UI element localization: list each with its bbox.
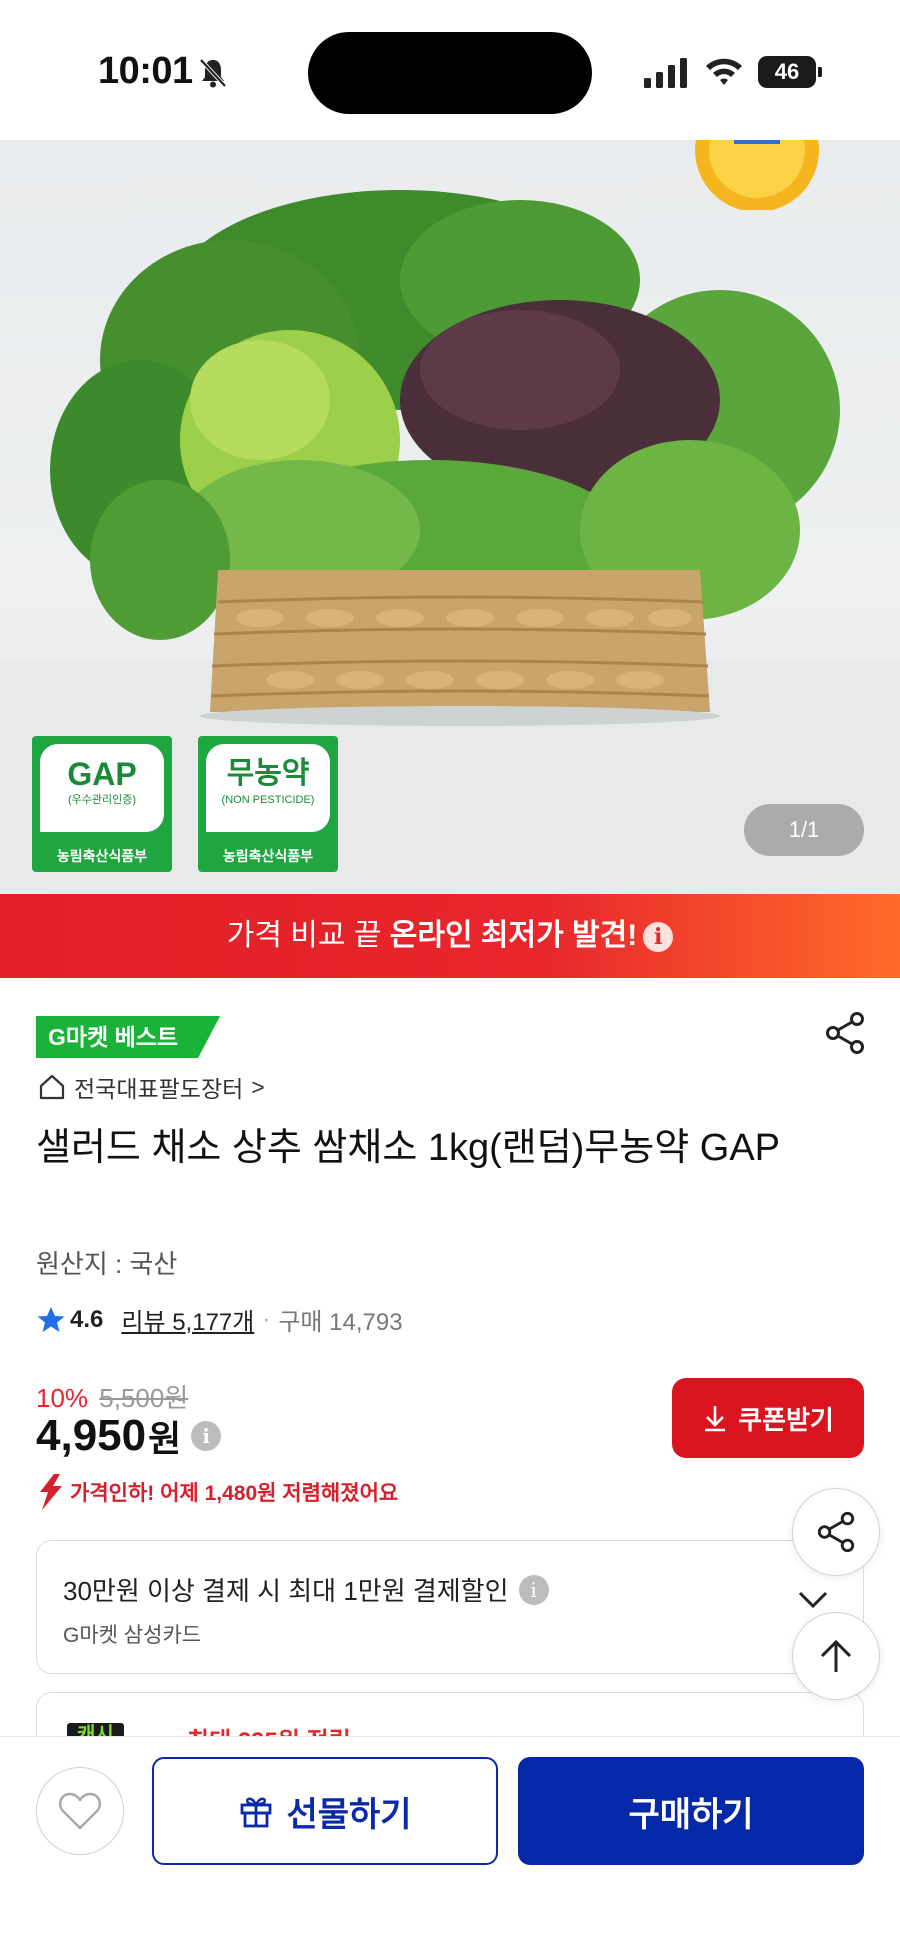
store-link[interactable]: 전국대표팔도장터 > — [38, 1070, 265, 1104]
product-image-carousel[interactable]: GAP (우수관리인증) 농림축산식품부 무농약 (NON PESTICIDE)… — [0, 140, 900, 894]
buy-button-label: 구매하기 — [628, 1795, 754, 1834]
price-drop-text: 가격인하! 어제 1,480원 저렴해졌어요 — [70, 1482, 399, 1505]
cert-sub-label: (NON PESTICIDE) — [221, 794, 315, 806]
price-drop-notice: 가격인하! 어제 1,480원 저렴해졌어요 — [36, 1474, 398, 1510]
review-link[interactable]: 리뷰 5,177개 — [121, 1302, 254, 1337]
floating-share-button[interactable] — [792, 1488, 880, 1576]
store-name: 전국대표팔도장터 — [74, 1076, 244, 1102]
purchase-count: 구매 14,793 — [278, 1309, 403, 1336]
price-value: 4,950 — [36, 1411, 147, 1460]
share-icon[interactable] — [822, 1010, 868, 1056]
cert-sub-label: (우수관리인증) — [67, 794, 137, 806]
wishlist-button[interactable] — [36, 1767, 124, 1855]
status-bar: 10:01 46 — [0, 0, 900, 140]
gmarket-best-badge: G마켓 베스트 — [36, 1016, 220, 1058]
price-drop-icon — [40, 1474, 62, 1510]
wifi-icon — [706, 58, 742, 85]
promo-highlight: 온라인 최저가 발견! — [389, 919, 638, 952]
image-page-indicator: 1/1 — [744, 804, 864, 856]
dynamic-island — [308, 32, 592, 114]
bell-slash-icon — [199, 58, 227, 88]
sale-price: 4,950 원 i — [36, 1410, 222, 1462]
coupon-download-button[interactable]: 쿠폰받기 — [672, 1378, 864, 1458]
lowest-price-banner[interactable]: 가격 비교 끝 온라인 최저가 발견! i — [0, 894, 900, 978]
gap-certification-badge: GAP (우수관리인증) 농림축산식품부 — [32, 736, 172, 872]
coupon-button-label: 쿠폰받기 — [738, 1404, 834, 1435]
bottom-action-bar: 선물하기 구매하기 — [0, 1736, 900, 1956]
share-icon — [817, 1511, 855, 1553]
gift-button-label: 선물하기 — [286, 1795, 412, 1834]
heart-icon — [58, 1792, 102, 1830]
product-title: 샐러드 채소 상추 쌈채소 1kg(랜덤)무농약 GAP — [36, 1127, 781, 1169]
battery-icon: 46 — [758, 56, 822, 88]
star-icon — [37, 1306, 65, 1332]
separator: · — [262, 1305, 271, 1333]
promo-text: 가격 비교 끝 — [226, 919, 390, 952]
gift-icon — [241, 1797, 272, 1828]
price-unit: 원 — [148, 1418, 182, 1459]
scroll-to-top-button[interactable] — [792, 1612, 880, 1700]
award-badge-icon — [695, 140, 819, 210]
product-origin: 원산지 : 국산 — [36, 1249, 178, 1279]
cert-footer: 농림축산식품부 — [222, 848, 314, 864]
cert-footer: 농림축산식품부 — [56, 848, 148, 864]
payment-discount-title: 30만원 이상 결제 시 최대 1만원 결제할인 i — [63, 1571, 549, 1608]
rating-value: 4.6 — [70, 1305, 104, 1333]
gift-button[interactable]: 선물하기 — [152, 1757, 498, 1865]
chevron-down-icon[interactable] — [797, 1589, 829, 1611]
cert-main-label: GAP — [67, 756, 137, 792]
signal-icon — [644, 58, 687, 88]
chevron-right-icon: > — [251, 1073, 265, 1100]
original-price: 5,500원 — [99, 1383, 189, 1413]
cert-main-label: 무농약 — [226, 757, 310, 790]
buy-button[interactable]: 구매하기 — [518, 1757, 864, 1865]
payment-discount-card[interactable]: 30만원 이상 결제 시 최대 1만원 결제할인 i G마켓 삼성카드 — [36, 1540, 864, 1674]
download-icon — [705, 1406, 726, 1432]
info-icon[interactable]: i — [191, 1421, 222, 1451]
payment-card-name: G마켓 삼성카드 — [63, 1624, 202, 1647]
home-icon — [39, 1074, 65, 1100]
arrow-up-icon — [820, 1639, 852, 1672]
payment-discount-text: 30만원 이상 결제 시 최대 1만원 결제할인 — [63, 1576, 509, 1606]
non-pesticide-certification-badge: 무농약 (NON PESTICIDE) 농림축산식품부 — [198, 736, 338, 872]
info-icon[interactable]: i — [518, 1574, 549, 1605]
rating-row: 4.6 리뷰 5,177개 · 구매 14,793 — [36, 1302, 403, 1337]
info-icon[interactable]: i — [643, 922, 674, 953]
discount-rate: 10% — [36, 1383, 89, 1413]
status-time: 10:01 — [98, 50, 193, 92]
